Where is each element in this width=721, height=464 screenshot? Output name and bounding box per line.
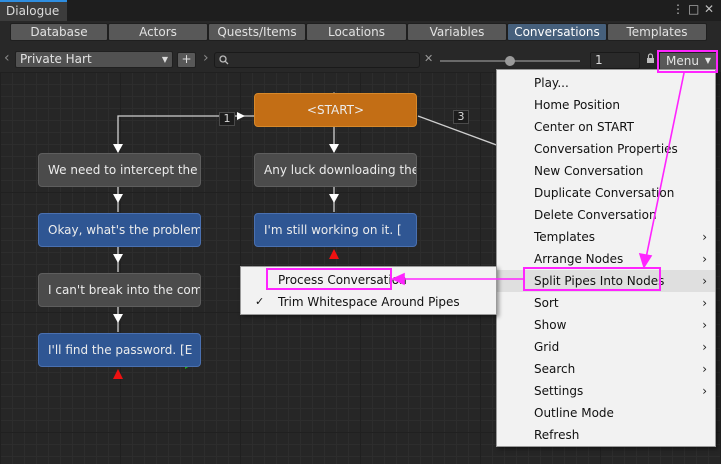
chevron-right-icon: › bbox=[702, 340, 707, 354]
menu-item-grid[interactable]: Grid › bbox=[497, 336, 715, 358]
add-conversation-button[interactable]: + bbox=[177, 52, 196, 68]
next-arrow-icon[interactable]: › bbox=[203, 50, 209, 66]
lock-icon[interactable] bbox=[646, 53, 655, 64]
dialogue-node[interactable]: Okay, what's the problem? bbox=[38, 213, 201, 247]
menu-item-label: Delete Conversation bbox=[534, 208, 657, 222]
menu-item-conversation-properties[interactable]: Conversation Properties bbox=[497, 138, 715, 160]
menu-item-refresh[interactable]: Refresh bbox=[497, 424, 715, 446]
chevron-right-icon: › bbox=[702, 362, 707, 376]
tab-variables[interactable]: Variables bbox=[407, 23, 507, 41]
menu-item-new-conversation[interactable]: New Conversation bbox=[497, 160, 715, 182]
menu-item-duplicate-conversation[interactable]: Duplicate Conversation bbox=[497, 182, 715, 204]
zoom-field[interactable]: 1 bbox=[590, 52, 640, 69]
link-label: 3 bbox=[453, 110, 469, 124]
menu-item-label: Outline Mode bbox=[534, 406, 614, 420]
menu-item-label: Search bbox=[534, 362, 576, 376]
menu-item-label: New Conversation bbox=[534, 164, 644, 178]
menu-item-label: Duplicate Conversation bbox=[534, 186, 675, 200]
menu-item-delete-conversation[interactable]: Delete Conversation bbox=[497, 204, 715, 226]
maximize-icon[interactable]: □ bbox=[688, 2, 699, 16]
tab-conversations[interactable]: Conversations bbox=[507, 23, 607, 41]
menu-item-center-on-start[interactable]: Center on START bbox=[497, 116, 715, 138]
tab-locations[interactable]: Locations bbox=[306, 23, 407, 41]
dialogue-node[interactable]: Any luck downloading the l bbox=[254, 153, 417, 187]
menu-item-label: Show bbox=[534, 318, 567, 332]
menu-item-label: Center on START bbox=[534, 120, 634, 134]
tab-templates[interactable]: Templates bbox=[607, 23, 707, 41]
highlight-box-menu bbox=[657, 50, 718, 73]
link-label: 1 bbox=[219, 112, 235, 126]
menu-item-search[interactable]: Search › bbox=[497, 358, 715, 380]
menu-item-settings[interactable]: Settings › bbox=[497, 380, 715, 402]
conversation-select-value: Private Hart bbox=[20, 52, 92, 66]
menu-item-label: Sort bbox=[534, 296, 559, 310]
conversation-select[interactable]: Private Hart ▼ bbox=[15, 51, 173, 68]
menu-item-home-position[interactable]: Home Position bbox=[497, 94, 715, 116]
window-titlebar: Dialogue ⋮ □ ✕ bbox=[0, 0, 721, 22]
menu-item-label: Grid bbox=[534, 340, 560, 354]
menu-item-show[interactable]: Show › bbox=[497, 314, 715, 336]
window-tab-dialogue[interactable]: Dialogue bbox=[0, 0, 68, 21]
submenu-item-label: Trim Whitespace Around Pipes bbox=[278, 295, 460, 309]
editor-tab-row: Database Actors Quests/Items Locations V… bbox=[0, 21, 721, 43]
dialogue-node[interactable]: I'll find the password. [E bbox=[38, 333, 201, 367]
clear-search-icon[interactable]: ✕ bbox=[424, 52, 433, 65]
search-icon bbox=[219, 55, 229, 65]
highlight-box-process-conversation bbox=[266, 268, 392, 290]
chevron-right-icon: › bbox=[702, 318, 707, 332]
tab-database[interactable]: Database bbox=[10, 23, 108, 41]
chevron-down-icon: ▼ bbox=[161, 55, 168, 64]
chevron-right-icon: › bbox=[702, 274, 707, 288]
menu-item-play[interactable]: Play... bbox=[497, 72, 715, 94]
chevron-right-icon: › bbox=[702, 296, 707, 310]
search-input[interactable] bbox=[214, 52, 420, 68]
tab-actors[interactable]: Actors bbox=[108, 23, 208, 41]
zoom-slider[interactable] bbox=[440, 56, 580, 66]
menu-item-label: Conversation Properties bbox=[534, 142, 678, 156]
dialogue-node[interactable]: I'm still working on it. [ bbox=[254, 213, 417, 247]
dialogue-node[interactable]: We need to intercept the l bbox=[38, 153, 201, 187]
window-menu-icon[interactable]: ⋮ bbox=[672, 2, 684, 16]
menu-item-label: Arrange Nodes bbox=[534, 252, 624, 266]
context-menu: Play... Home Position Center on START Co… bbox=[496, 69, 716, 447]
menu-item-templates[interactable]: Templates › bbox=[497, 226, 715, 248]
prev-arrow-icon[interactable]: ‹ bbox=[4, 50, 10, 66]
menu-item-outline-mode[interactable]: Outline Mode bbox=[497, 402, 715, 424]
menu-item-label: Play... bbox=[534, 76, 569, 90]
chevron-right-icon: › bbox=[702, 252, 707, 266]
dialogue-node[interactable]: I can't break into the com bbox=[38, 273, 201, 307]
tab-quests-items[interactable]: Quests/Items bbox=[208, 23, 306, 41]
menu-item-label: Settings bbox=[534, 384, 584, 398]
menu-item-label: Home Position bbox=[534, 98, 620, 112]
submenu-item-trim-whitespace[interactable]: ✓ Trim Whitespace Around Pipes bbox=[241, 291, 496, 313]
zoom-slider-handle[interactable] bbox=[505, 56, 515, 66]
chevron-right-icon: › bbox=[702, 230, 707, 244]
window-title: Dialogue bbox=[6, 4, 60, 18]
menu-item-label: Refresh bbox=[534, 428, 580, 442]
highlight-box-split-pipes bbox=[523, 267, 661, 291]
menu-item-label: Templates bbox=[534, 230, 596, 244]
chevron-right-icon: › bbox=[702, 384, 707, 398]
start-node[interactable]: <START> bbox=[254, 93, 417, 127]
checkmark-icon: ✓ bbox=[255, 295, 265, 308]
close-icon[interactable]: ✕ bbox=[704, 2, 714, 16]
menu-item-sort[interactable]: Sort › bbox=[497, 292, 715, 314]
